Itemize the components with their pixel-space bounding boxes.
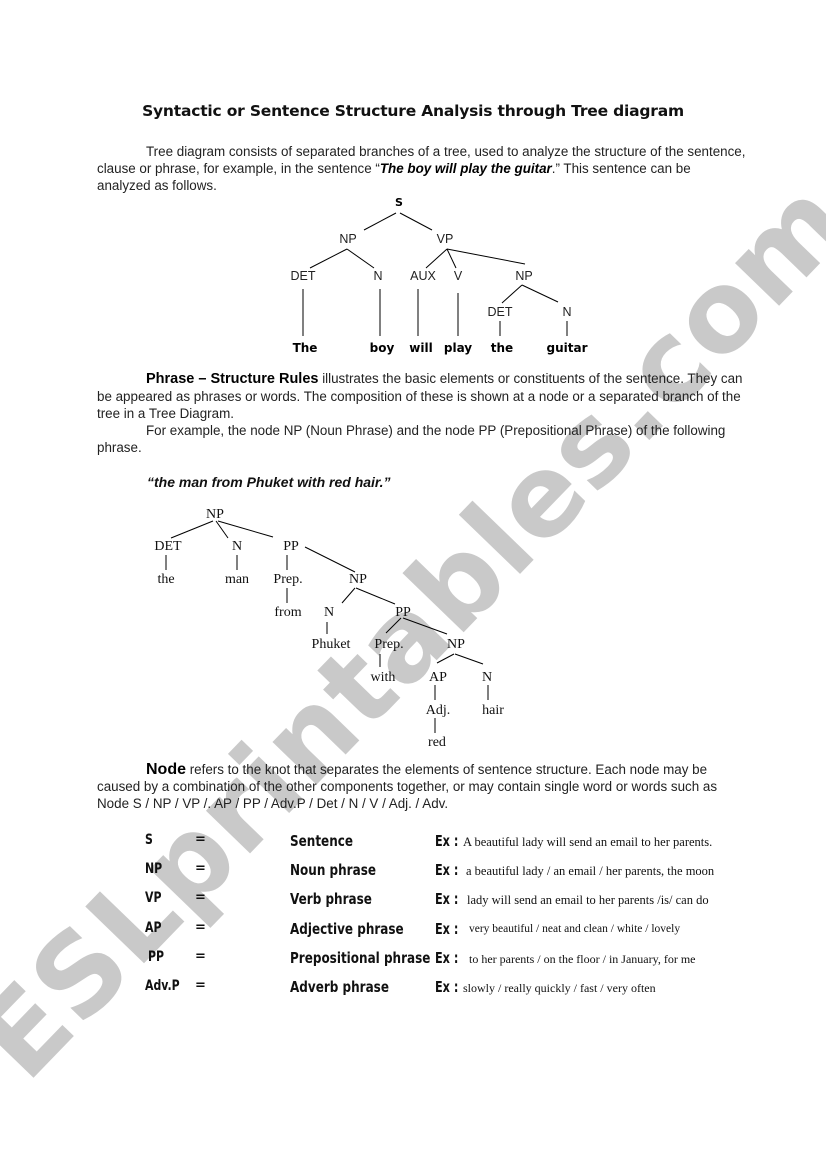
tree2-node-np3: NP: [447, 637, 465, 652]
tree2-node-np2: NP: [349, 572, 367, 587]
tree2-word: hair: [482, 703, 504, 718]
equals-sign: =: [195, 920, 206, 935]
abbr-cell: NP: [145, 861, 163, 877]
full-name-cell: Adverb phrase: [290, 978, 389, 996]
tree2-word: with: [371, 670, 396, 685]
equals-sign: =: [195, 949, 206, 964]
tree2-node-pp: PP: [283, 539, 299, 554]
tree2-branch: [355, 587, 396, 605]
table-row: PP = Prepositional phrase Ex : to her pa…: [145, 949, 765, 973]
table-row: VP = Verb phrase Ex : lady will send an …: [145, 890, 765, 914]
equals-sign: =: [195, 832, 206, 847]
equals-sign: =: [195, 890, 206, 905]
tree2-word: the: [157, 572, 174, 587]
tree2-node-det: DET: [154, 539, 182, 554]
example-cell: A beautiful lady will send an email to h…: [463, 835, 713, 849]
tree2-node-prep2: Prep.: [374, 637, 403, 652]
phrase-tree-diagram: NP DET N PP the man Prep. NP from N PP P…: [154, 507, 504, 750]
tree2-branch: [304, 546, 356, 573]
tree2-branch: [402, 617, 448, 635]
full-name-cell: Prepositional phrase: [290, 949, 431, 967]
tree2-branch: [217, 520, 274, 538]
example-cell: to her parents / on the floor / in Janua…: [469, 952, 696, 966]
equals-sign: =: [195, 861, 206, 876]
example-cell: a beautiful lady / an email / her parent…: [466, 864, 715, 878]
full-name-cell: Verb phrase: [290, 890, 372, 908]
tree2-branch: [341, 587, 356, 604]
tree2-node-np: NP: [206, 507, 224, 522]
tree2-branch: [436, 653, 455, 664]
abbr-cell: VP: [145, 890, 162, 906]
tree2-branch: [454, 653, 484, 665]
abbr-cell: Adv.P: [145, 978, 180, 994]
tree2-word: man: [225, 572, 249, 587]
example-label: Ex :: [435, 920, 459, 938]
table-row: AP = Adjective phrase Ex : very beautifu…: [145, 920, 765, 944]
tree2-node-n: N: [324, 605, 334, 620]
node-heading: Node: [146, 761, 186, 778]
tree2-node-prep: Prep.: [273, 572, 302, 587]
example-label: Ex :: [435, 949, 459, 967]
table-row: Adv.P = Adverb phrase Ex : slowly / real…: [145, 978, 765, 1002]
abbr-cell: AP: [145, 920, 162, 936]
tree2-node-adj: Adj.: [426, 703, 451, 718]
full-name-cell: Noun phrase: [290, 861, 376, 879]
equals-sign: =: [195, 978, 206, 993]
tree2-node-ap: AP: [429, 670, 447, 685]
document-page: Syntactic or Sentence Structure Analysis…: [0, 0, 826, 1169]
full-name-cell: Adjective phrase: [290, 920, 404, 938]
full-name-cell: Sentence: [290, 832, 353, 850]
tree2-word: red: [428, 735, 446, 750]
table-row: NP = Noun phrase Ex : a beautiful lady /…: [145, 861, 765, 885]
abbr-cell: S: [145, 832, 153, 848]
example-label: Ex :: [435, 890, 459, 908]
example-cell: lady will send an email to her parents /…: [467, 893, 709, 907]
example-label: Ex :: [435, 978, 459, 996]
example-label: Ex :: [435, 861, 459, 879]
table-row: S = Sentence Ex : A beautiful lady will …: [145, 832, 765, 856]
tree2-branch: [385, 617, 402, 634]
example-cell: slowly / really quickly / fast / very of…: [463, 981, 656, 995]
example-cell: very beautiful / neat and clean / white …: [469, 923, 681, 935]
tree2-word: from: [274, 605, 301, 620]
node-paragraph: Node refers to the knot that separates t…: [97, 761, 747, 812]
tree2-word: Phuket: [312, 637, 351, 652]
node-text: refers to the knot that separates the el…: [97, 762, 718, 811]
example-label: Ex :: [435, 832, 459, 850]
tree2-branch: [170, 520, 214, 539]
tree2-node-n: N: [232, 539, 242, 554]
tree2-node-n: N: [482, 670, 492, 685]
abbr-cell: PP: [148, 949, 165, 965]
